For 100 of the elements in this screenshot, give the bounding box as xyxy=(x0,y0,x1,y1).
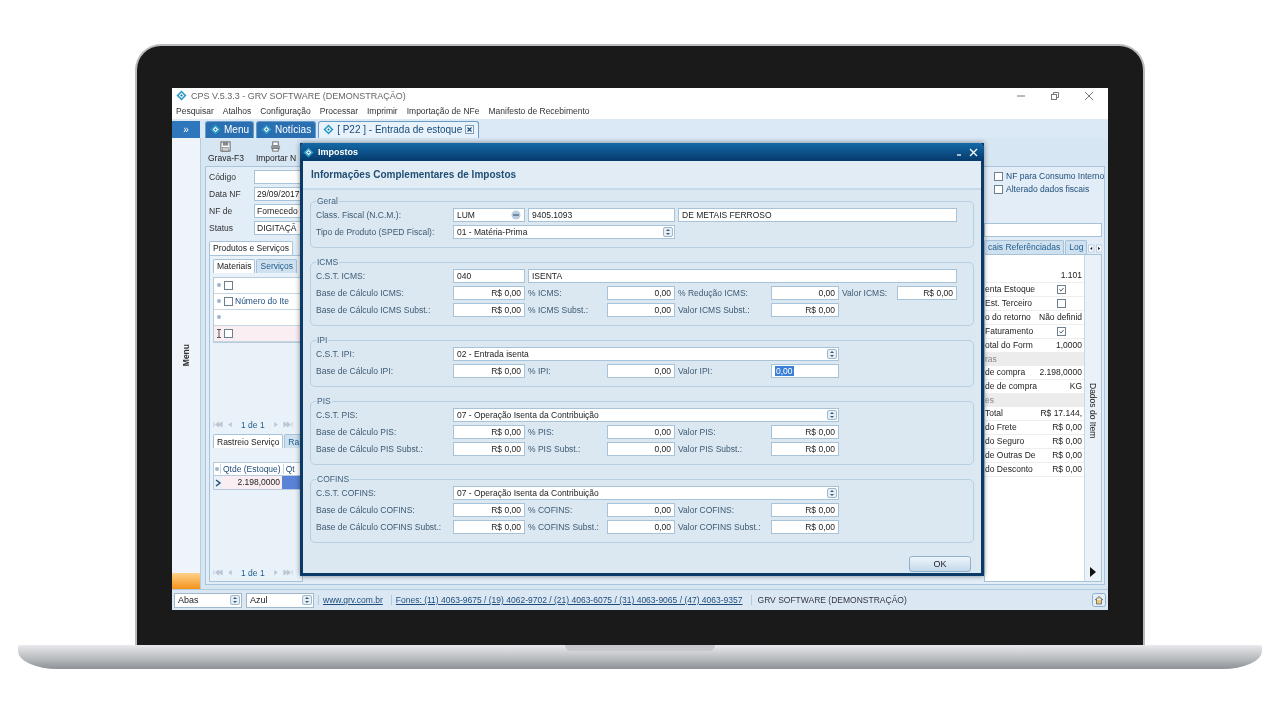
text-field[interactable]: R$ 0,00 xyxy=(453,424,525,439)
checkbox[interactable] xyxy=(1057,298,1066,308)
ellipsis-icon[interactable] xyxy=(511,209,521,220)
dropdown[interactable]: Azul xyxy=(246,592,314,608)
checkbox-label: NF para Consumo Interno xyxy=(1006,171,1105,182)
property-value[interactable]: R$ 0,00 xyxy=(1039,436,1084,447)
text-field[interactable]: 0,00 xyxy=(607,302,675,317)
property-value[interactable]: Não definid xyxy=(1039,312,1084,323)
text-field[interactable]: 0,00 xyxy=(607,441,675,456)
tab[interactable]: Serviços xyxy=(256,258,298,273)
close-icon[interactable] xyxy=(1084,91,1094,101)
toolbar-button[interactable]: Importar N xyxy=(252,137,300,166)
text-field[interactable]: R$ 0,00 xyxy=(453,519,525,534)
field-label: Class. Fiscal (N.C.M.): xyxy=(316,209,402,220)
checkbox[interactable] xyxy=(994,184,1003,194)
scroll-left-icon[interactable] xyxy=(1088,242,1095,254)
text-field[interactable]: ISENTA xyxy=(528,268,957,283)
property-value[interactable]: R$ 17.144, xyxy=(1039,408,1084,419)
text-field[interactable]: R$ 0,00 xyxy=(771,502,839,517)
dropdown[interactable]: 07 - Operação Isenta da Contribuição xyxy=(453,407,839,422)
text-field[interactable]: R$ 0,00 xyxy=(453,363,525,378)
checkbox[interactable] xyxy=(1057,284,1066,294)
field-label: % ICMS Subst.: xyxy=(528,304,589,315)
right-arrow-icon[interactable] xyxy=(1089,567,1097,578)
link[interactable]: Fones: (11) 4063-9675 / (19) 4062-9702 / (21) 4063-6075 / (31) 4063-9065 / (47) 4063-9357 xyxy=(390,595,747,606)
property-value[interactable]: R$ 0,00 xyxy=(1039,450,1084,461)
dropdown[interactable]: 07 - Operação Isenta da Contribuição xyxy=(453,485,839,500)
text-field[interactable]: Fornecedo xyxy=(254,203,303,218)
menu-item[interactable]: Imprimir xyxy=(367,106,398,117)
spinner-icon[interactable] xyxy=(302,595,312,606)
restore-icon[interactable] xyxy=(1050,91,1060,101)
home-icon[interactable] xyxy=(1092,593,1106,608)
text-field[interactable]: R$ 0,00 xyxy=(897,285,957,300)
spinner-icon[interactable] xyxy=(230,595,240,606)
column-header[interactable]: Qt xyxy=(282,464,297,475)
menu-item[interactable]: Manifesto de Recebimento xyxy=(488,106,590,117)
spinner-icon[interactable] xyxy=(827,348,837,359)
spinner-icon[interactable] xyxy=(663,226,673,237)
text-field[interactable]: DIGITAÇÃ xyxy=(254,220,303,235)
text-field[interactable]: R$ 0,00 xyxy=(453,285,525,300)
text-field[interactable]: R$ 0,00 xyxy=(771,441,839,456)
text-field[interactable]: R$ 0,00 xyxy=(453,502,525,517)
menu-item[interactable]: Processar xyxy=(319,106,358,117)
scroll-right-icon[interactable] xyxy=(1095,242,1102,254)
text-field[interactable]: LUM xyxy=(453,207,525,222)
property-value[interactable]: 1,0000 xyxy=(1039,340,1084,351)
dropdown[interactable]: 02 - Entrada isenta xyxy=(453,346,839,361)
row-marker-icon xyxy=(216,282,222,289)
menu-item[interactable]: Importação de NFe xyxy=(406,106,480,117)
spinner-icon[interactable] xyxy=(827,487,837,498)
tab[interactable]: Notícias xyxy=(256,120,317,138)
property-value[interactable]: KG xyxy=(1039,381,1084,392)
text-field[interactable]: R$ 0,00 xyxy=(771,519,839,534)
spinner-icon[interactable] xyxy=(827,409,837,420)
text-field[interactable]: 040 xyxy=(453,268,525,283)
menu-item[interactable]: Atalhos xyxy=(222,106,252,117)
property-value[interactable]: R$ 0,00 xyxy=(1039,422,1084,433)
tab[interactable]: cais Referênciadas xyxy=(984,239,1065,254)
checkbox[interactable] xyxy=(224,296,233,306)
property-value[interactable]: R$ 0,00 xyxy=(1039,464,1084,475)
menu-item[interactable]: Pesquisar xyxy=(176,106,214,117)
text-field[interactable] xyxy=(254,169,303,184)
property-value[interactable]: 2.198,0000 xyxy=(1039,367,1084,378)
text-field[interactable]: DE METAIS FERROSO xyxy=(678,207,957,222)
text-field[interactable]: R$ 0,00 xyxy=(453,441,525,456)
link[interactable]: www.grv.com.br xyxy=(318,595,387,606)
checkbox[interactable] xyxy=(994,171,1003,181)
tab[interactable]: Menu xyxy=(205,120,254,138)
tab[interactable]: Materiais xyxy=(213,258,256,273)
checkbox[interactable] xyxy=(1057,326,1066,336)
checkbox[interactable] xyxy=(224,280,233,290)
text-field[interactable]: 0,00 xyxy=(607,502,675,517)
text-field[interactable]: R$ 0,00 xyxy=(771,302,839,317)
expand-button[interactable]: » xyxy=(172,120,200,138)
toolbar-button[interactable]: Grava-F3 xyxy=(205,137,247,166)
menu-item[interactable]: Configuração xyxy=(260,106,311,117)
text-field[interactable]: 0,00 xyxy=(607,285,675,300)
text-field[interactable]: R$ 0,00 xyxy=(771,424,839,439)
dropdown[interactable]: 01 - Matéria-Prima xyxy=(453,224,675,239)
checkbox[interactable] xyxy=(224,328,233,338)
text-field[interactable]: R$ 0,00 xyxy=(453,302,525,317)
property-value[interactable]: 1.101 xyxy=(1039,270,1084,281)
close-icon[interactable] xyxy=(465,125,475,135)
column-header[interactable]: Qtde (Estoque) xyxy=(220,464,283,475)
tab[interactable]: [ P22 ] - Entrada de estoque xyxy=(318,120,480,138)
dropdown[interactable]: Abas xyxy=(174,592,242,608)
text-field[interactable]: 0,00 xyxy=(771,363,839,378)
field-label: C.S.T. ICMS: xyxy=(316,270,367,281)
tab[interactable]: Rastreio Serviço xyxy=(213,434,284,449)
text-field[interactable]: 0,00 xyxy=(607,424,675,439)
text-field[interactable]: 0,00 xyxy=(607,519,675,534)
sidebar-label[interactable]: Menu xyxy=(181,344,191,367)
tab[interactable]: Log xyxy=(1065,239,1088,254)
text-field[interactable]: 0,00 xyxy=(771,285,839,300)
text-field[interactable] xyxy=(984,222,1102,237)
ok-button[interactable]: OK xyxy=(909,556,971,572)
text-field[interactable]: 9405.1093 xyxy=(528,207,675,222)
tab[interactable]: Produtos e Serviços xyxy=(209,240,294,255)
text-field[interactable]: 29/09/2017 xyxy=(254,186,303,201)
text-field[interactable]: 0,00 xyxy=(607,363,675,378)
